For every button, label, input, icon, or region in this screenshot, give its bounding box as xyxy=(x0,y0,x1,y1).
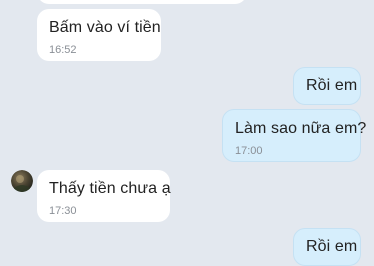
message-bubble-outgoing[interactable]: Làm sao nữa em? 17:00 xyxy=(222,109,367,162)
message-text: Thấy tiền chưa ạ xyxy=(49,180,171,197)
message-bubble-outgoing[interactable]: Rồi em xyxy=(293,67,361,105)
message-bubble-incoming[interactable]: Thấy tiền chưa ạ 17:30 xyxy=(37,170,171,222)
contact-avatar-icon[interactable] xyxy=(11,170,33,192)
message-text: Rồi em xyxy=(306,238,358,255)
message-timestamp: 16:52 xyxy=(49,44,77,56)
message-bubble-incoming[interactable]: Bấm vào ví tiền 16:52 xyxy=(37,9,161,61)
chat-window: { "messages": [ { "direction": "incoming… xyxy=(0,0,374,266)
message-timestamp: 17:30 xyxy=(49,205,77,217)
message-text: Bấm vào ví tiền xyxy=(49,19,161,36)
message-bubble-outgoing[interactable]: Rồi em xyxy=(293,228,361,266)
message-timestamp: 17:00 xyxy=(235,145,263,157)
message-bubble-incoming[interactable] xyxy=(37,0,247,4)
message-text: Làm sao nữa em? xyxy=(235,120,367,137)
message-text: Rồi em xyxy=(306,77,358,94)
